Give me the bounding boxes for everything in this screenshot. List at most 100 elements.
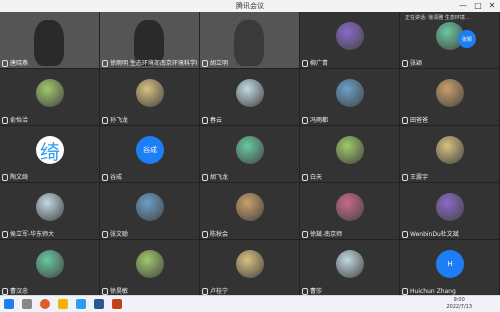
participant-tile[interactable]: 谷成 谷成 — [100, 126, 199, 182]
participant-tile[interactable]: 白天 — [300, 126, 399, 182]
participant-tile[interactable]: 柳广青 — [300, 12, 399, 68]
mic-icon — [2, 60, 8, 67]
participant-name: 侯立军-华东师大 — [2, 229, 54, 238]
participant-name-text: 徐雨明 生态环境部南京环境科学研… — [110, 60, 197, 67]
participant-name: 张颖 — [402, 58, 422, 67]
participant-name-text: 柳广青 — [310, 60, 329, 67]
participant-tile[interactable]: 唐晓燕 — [0, 12, 99, 68]
meeting-icon[interactable] — [76, 299, 86, 309]
participant-tile[interactable]: 胡立明 — [200, 12, 299, 68]
participant-tile[interactable]: 胡飞龙 — [200, 126, 299, 182]
close-button[interactable]: ✕ — [485, 0, 499, 12]
participant-tile[interactable]: 张文聪 — [100, 183, 199, 239]
maximize-button[interactable]: □ — [471, 0, 485, 12]
participant-name-text: 卢桂宁 — [210, 288, 229, 295]
avatar: H — [436, 250, 464, 278]
participant-tile[interactable]: 陈秋会 — [200, 183, 299, 239]
participant-tile[interactable]: 侯立军-华东师大 — [0, 183, 99, 239]
participant-name-text: 王震宇 — [410, 174, 429, 181]
participant-name-text: 胡立明 — [210, 60, 229, 67]
participant-tile[interactable]: 徐雨明 生态环境部南京环境科学研… — [100, 12, 199, 68]
mic-icon — [102, 288, 108, 295]
mic-icon — [2, 288, 8, 295]
participant-name-text: 谷成 — [110, 174, 123, 181]
avatar — [236, 79, 264, 107]
participant-tile[interactable]: 徐昊敏 — [100, 240, 199, 296]
participant-tile[interactable]: 绮陶文绮 — [0, 126, 99, 182]
participant-name: 曹汉忠 — [2, 286, 28, 295]
participant-name-text: 冯雨都 — [310, 117, 329, 124]
participant-name: 春云 — [202, 115, 222, 124]
participant-name: 柳广青 — [302, 58, 328, 67]
avatar — [236, 193, 264, 221]
participant-tile[interactable]: 王震宇 — [400, 126, 499, 182]
mic-icon — [102, 174, 108, 181]
speaking-indicator: 正在讲话: 徐清雅 生态环境… — [405, 15, 470, 21]
participant-name: 徐雨明 生态环境部南京环境科学研… — [102, 58, 197, 67]
mic-icon — [202, 174, 208, 181]
mic-icon — [402, 60, 408, 67]
avatar — [136, 193, 164, 221]
start-icon[interactable] — [4, 299, 14, 309]
participant-tile[interactable]: H Huichun Zhang — [400, 240, 499, 296]
participant-name-text: Huichun Zhang — [410, 288, 456, 295]
participant-name-text: WenbinDu杜文斌 — [410, 231, 459, 238]
mic-icon — [102, 231, 108, 238]
folder-icon[interactable] — [58, 299, 68, 309]
mic-icon — [402, 288, 408, 295]
participant-name-text: 徐斌-南京师 — [310, 231, 343, 238]
participant-name: 陈秋会 — [202, 229, 228, 238]
powerpoint-icon[interactable] — [112, 299, 122, 309]
avatar: 谷成 — [136, 136, 164, 164]
mic-icon — [2, 174, 8, 181]
participant-tile[interactable]: 曹莎 — [300, 240, 399, 296]
participant-tile[interactable]: 春云 — [200, 69, 299, 125]
participant-tile[interactable]: 田爸爸 — [400, 69, 499, 125]
participant-tile[interactable]: WenbinDu杜文斌 — [400, 183, 499, 239]
avatar — [336, 193, 364, 221]
avatar — [236, 136, 264, 164]
avatar — [336, 79, 364, 107]
avatar: 绮 — [36, 136, 64, 164]
mic-icon — [302, 174, 308, 181]
participant-name: WenbinDu杜文斌 — [402, 229, 459, 238]
minimize-button[interactable]: — — [456, 0, 470, 12]
participant-tile[interactable]: 曹汉忠 — [0, 240, 99, 296]
avatar — [336, 22, 364, 50]
participant-name-text: 唐晓燕 — [10, 60, 29, 67]
mic-icon — [302, 60, 308, 67]
mic-icon — [202, 117, 208, 124]
participant-name: 胡立明 — [202, 58, 228, 67]
participant-name: 徐昊敏 — [102, 286, 128, 295]
word-icon[interactable] — [94, 299, 104, 309]
mic-icon — [2, 117, 8, 124]
participant-tile[interactable]: 徐斌-南京师 — [300, 183, 399, 239]
participant-name-text: 侯立军-华东师大 — [10, 231, 55, 238]
participant-name: 冯雨都 — [302, 115, 328, 124]
participant-tile[interactable]: 俞怡洽 — [0, 69, 99, 125]
avatar — [436, 193, 464, 221]
search-icon[interactable] — [22, 299, 32, 309]
taskbar: 9:00 2022/7/13 — [0, 295, 500, 312]
mic-icon — [302, 288, 308, 295]
video-feed-person — [34, 20, 64, 66]
mic-icon — [302, 231, 308, 238]
participant-tile[interactable]: 卢桂宁 — [200, 240, 299, 296]
participant-tile[interactable]: 冯雨都 — [300, 69, 399, 125]
clock-time: 9:00 — [453, 297, 465, 303]
mic-icon — [102, 117, 108, 124]
avatar — [136, 250, 164, 278]
avatar — [36, 250, 64, 278]
participant-name: 徐斌-南京师 — [302, 229, 342, 238]
chrome-icon[interactable] — [40, 299, 50, 309]
participant-name-text: 孙飞龙 — [110, 117, 129, 124]
host-avatar[interactable]: 张颖 — [458, 30, 476, 48]
participant-name-text: 俞怡洽 — [10, 117, 29, 124]
participant-name: 胡飞龙 — [202, 172, 228, 181]
mic-icon — [402, 117, 408, 124]
participant-name: 孙飞龙 — [102, 115, 128, 124]
participant-tile[interactable]: 孙飞龙 — [100, 69, 199, 125]
participant-name-text: 田爸爸 — [410, 117, 429, 124]
participant-name-text: 陈秋会 — [210, 231, 229, 238]
system-clock[interactable]: 9:00 2022/7/13 — [446, 297, 472, 311]
